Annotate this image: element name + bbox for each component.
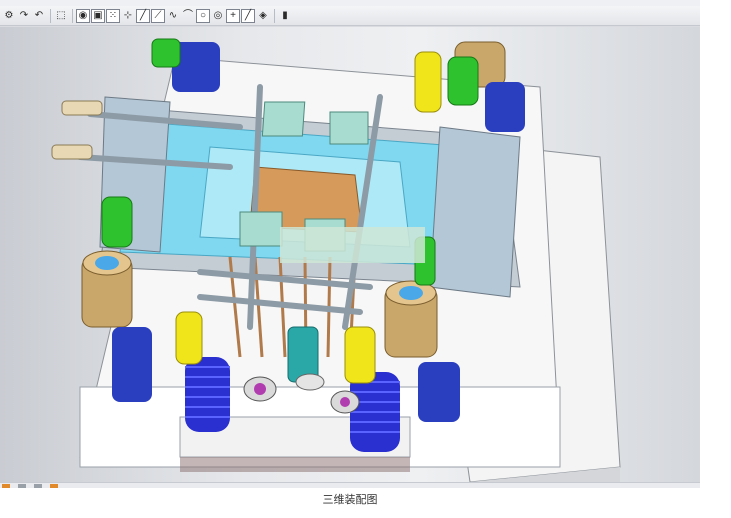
snap-icon[interactable]: ⊹ bbox=[121, 9, 135, 23]
status-bar bbox=[0, 482, 700, 488]
right-rail bbox=[429, 126, 521, 298]
undo-icon[interactable]: ↶ bbox=[32, 9, 46, 23]
curve-icon[interactable]: ∿ bbox=[166, 9, 180, 23]
line-edit-icon[interactable]: ╱ bbox=[241, 8, 255, 23]
toolbar: ⚙ ↷ ↶ ⬚ ◉ ▣ ⁙ ⊹ ╱ ⟋ ∿ ⌒ ○ ◎ + ╱ ◈ ▮ bbox=[0, 6, 700, 26]
3d-viewport[interactable] bbox=[0, 27, 700, 482]
point-icon[interactable]: ⁙ bbox=[106, 8, 120, 23]
rotate-icon[interactable]: ↷ bbox=[17, 9, 31, 23]
measure-icon[interactable]: ◈ bbox=[256, 9, 270, 23]
pipe-fitting-left-bottom bbox=[51, 144, 93, 160]
toolbar-separator bbox=[72, 8, 73, 23]
line-diagonal-icon[interactable]: ⟋ bbox=[151, 8, 165, 23]
status-icon bbox=[2, 484, 10, 488]
status-icon bbox=[18, 484, 26, 488]
toolbar-separator bbox=[50, 8, 51, 23]
guide-pin-top-right bbox=[414, 51, 442, 113]
line-icon[interactable]: ╱ bbox=[136, 8, 150, 23]
status-icon bbox=[50, 484, 58, 488]
layer-icon[interactable]: ▮ bbox=[278, 9, 292, 23]
cad-window: ⚙ ↷ ↶ ⬚ ◉ ▣ ⁙ ⊹ ╱ ⟋ ∿ ⌒ ○ ◎ + ╱ ◈ ▮ bbox=[0, 0, 700, 488]
settings-dropdown-icon[interactable]: ⚙ bbox=[2, 9, 16, 23]
toolbar-separator bbox=[274, 8, 275, 23]
pipe-fitting-left-top bbox=[61, 100, 103, 116]
mold-assembly-model bbox=[51, 38, 621, 482]
select-box-icon[interactable]: ⬚ bbox=[54, 9, 68, 23]
circle-filled-icon[interactable]: ◎ bbox=[211, 9, 225, 23]
cross-icon[interactable]: + bbox=[226, 8, 240, 23]
figure-caption: 三维装配图 bbox=[322, 494, 378, 506]
arc-icon[interactable]: ⌒ bbox=[181, 9, 195, 23]
redaction-overlay bbox=[280, 227, 425, 263]
view-cube-icon[interactable]: ▣ bbox=[91, 8, 105, 23]
circle-icon[interactable]: ○ bbox=[196, 8, 210, 23]
view-shaded-icon[interactable]: ◉ bbox=[76, 8, 90, 23]
status-icon bbox=[34, 484, 42, 488]
